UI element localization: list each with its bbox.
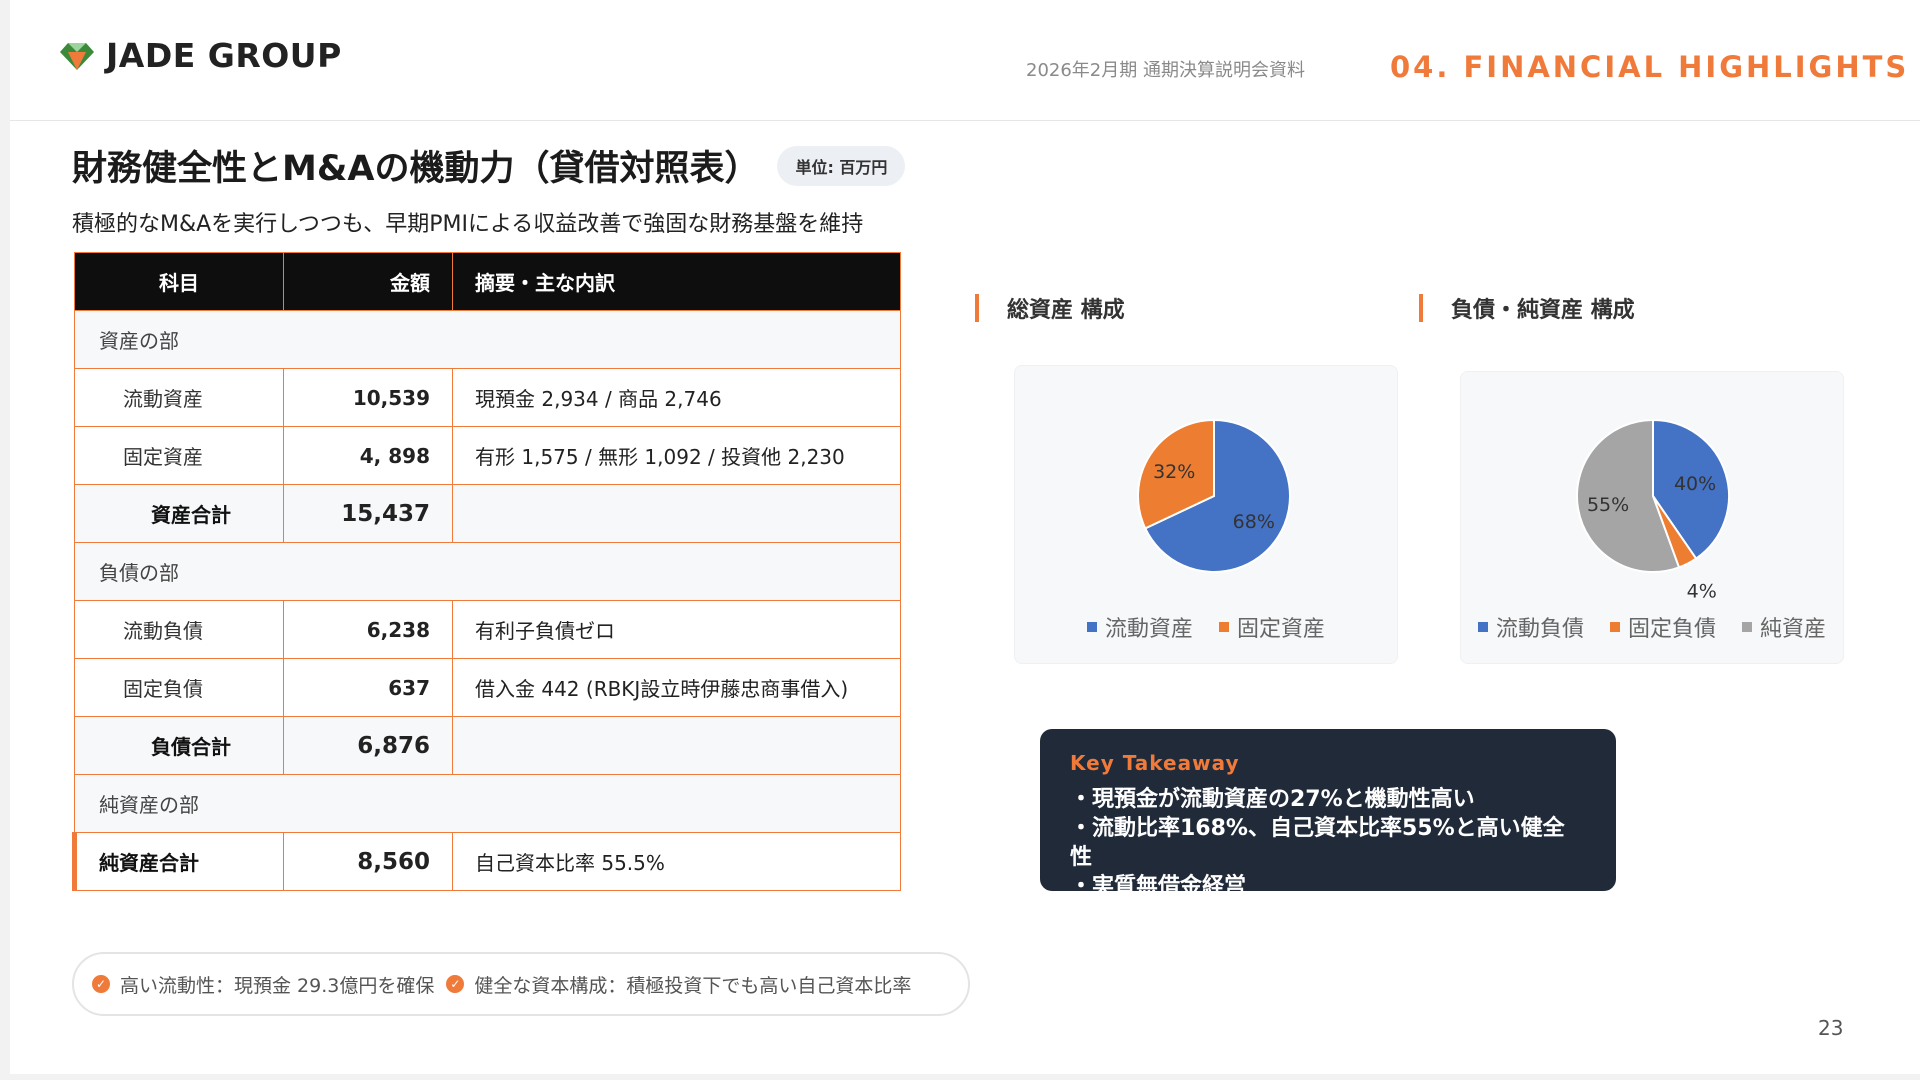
legend-label: 流動資産 <box>1104 617 1193 642</box>
pie-data-label: 68% <box>1233 511 1275 533</box>
row-detail: 有利子負債ゼロ <box>452 600 901 659</box>
page-subtitle: 積極的なM&Aを実行しつつも、早期PMIによる収益改善で強固な財務基盤を維持 <box>72 212 864 237</box>
row-detail: 有形 1,575 / 無形 1,092 / 投資他 2,230 <box>452 426 901 485</box>
legend-label: 純資産 <box>1760 617 1827 642</box>
legend-swatch <box>1609 622 1620 632</box>
row-detail: 借入金 442 (RBKJ設立時伊藤忠商事借入) <box>452 658 901 717</box>
legend-item: 固定資産 <box>1219 611 1325 643</box>
note-text: 高い流動性：現預金 29.3億円を確保 <box>120 974 435 997</box>
row-amount: 637 <box>283 658 453 717</box>
logo-text: JADE GROUP <box>106 36 342 75</box>
bottom-margin-strip <box>0 1074 1920 1080</box>
table-row: 固定負債 637 借入金 442 (RBKJ設立時伊藤忠商事借入) <box>74 658 901 717</box>
legend-swatch <box>1219 622 1229 632</box>
section-label: 負債の部 <box>74 542 901 601</box>
pie-chart-svg: 40% 4% 55% <box>1576 418 1730 603</box>
legend-swatch <box>1086 622 1097 632</box>
title-row: 財務健全性とM&Aの機動力（貸借対照表） 単位: 百万円 <box>72 140 906 191</box>
jade-gem-icon <box>60 42 94 70</box>
section-row-net-assets: 純資産の部 <box>74 774 901 833</box>
section-row-assets: 資産の部 <box>74 310 901 369</box>
table-row: 流動負債 6,238 有利子負債ゼロ <box>74 600 901 659</box>
pie-data-label: 40% <box>1674 473 1716 495</box>
chart-title: 負債・純資産 構成 <box>1451 298 1635 323</box>
chart-heading-assets: 総資産 構成 <box>975 292 1125 324</box>
highlight-notes: ✓ 高い流動性：現預金 29.3億円を確保 ✓ 健全な資本構成：積極投資下でも高… <box>72 952 970 1016</box>
section-label: 04. FINANCIAL HIGHLIGHTS <box>1390 50 1910 84</box>
row-amount: 6,876 <box>283 716 453 775</box>
chart-heading-liabilities: 負債・純資産 構成 <box>1419 292 1635 324</box>
table-row: 流動資産 10,539 現預金 2,934 / 商品 2,746 <box>74 368 901 427</box>
row-detail: 現預金 2,934 / 商品 2,746 <box>452 368 901 427</box>
legend-item: 純資産 <box>1742 611 1826 643</box>
row-name: 固定資産 <box>74 426 284 485</box>
total-row-liabilities: 負債合計 6,876 <box>74 716 901 775</box>
total-row-net-assets: 純資産合計 8,560 自己資本比率 55.5% <box>72 832 901 891</box>
pie-chart-assets: 68% 32% 流動資産 固定資産 <box>1014 365 1398 664</box>
check-icon: ✓ <box>446 975 465 993</box>
chart-legend: 流動資産 固定資産 <box>1015 611 1397 643</box>
page-number: 23 <box>1818 1016 1844 1040</box>
left-margin-strip <box>0 0 10 1080</box>
accent-bar <box>1419 294 1423 322</box>
row-detail: 自己資本比率 55.5% <box>452 832 901 891</box>
row-name: 負債合計 <box>74 716 284 775</box>
table-row: 固定資産 4, 898 有形 1,575 / 無形 1,092 / 投資他 2,… <box>74 426 901 485</box>
legend-label: 固定負債 <box>1627 617 1716 642</box>
pie-data-label: 4% <box>1687 581 1717 603</box>
note-item: ✓ 健全な資本構成：積極投資下でも高い自己資本比率 <box>446 971 911 998</box>
chart-legend: 流動負債 固定負債 純資産 <box>1461 611 1843 643</box>
total-row-assets: 資産合計 15,437 <box>74 484 901 543</box>
accent-bar <box>975 294 979 322</box>
legend-item: 流動負債 <box>1477 611 1584 643</box>
balance-sheet-table: 科目 金額 摘要・主な内訳 資産の部 流動資産 10,539 現預金 2,934… <box>72 252 901 891</box>
key-takeaway-box: Key Takeaway ・現預金が流動資産の27%と機動性高い ・流動比率16… <box>1040 729 1616 899</box>
row-amount: 8,560 <box>283 832 453 891</box>
slide-header: JADE GROUP 2026年2月期 通期決算説明会資料 04. FINANC… <box>10 0 1920 121</box>
legend-swatch <box>1742 622 1752 632</box>
pie-data-label: 32% <box>1153 461 1195 483</box>
note-text: 健全な資本構成：積極投資下でも高い自己資本比率 <box>474 974 912 997</box>
row-name: 流動負債 <box>74 600 284 659</box>
table-header-row: 科目 金額 摘要・主な内訳 <box>74 252 901 311</box>
legend-swatch <box>1477 622 1488 632</box>
row-detail-empty <box>452 484 901 543</box>
pie-chart-svg: 68% 32% <box>1137 418 1291 573</box>
row-amount: 6,238 <box>283 600 453 659</box>
row-name: 流動資産 <box>74 368 284 427</box>
row-detail-empty <box>452 716 901 775</box>
chart-title: 総資産 構成 <box>1007 298 1125 323</box>
header-detail: 摘要・主な内訳 <box>452 252 901 311</box>
takeaway-line: ・流動比率168%、自己資本比率55%と高い健全性 <box>1070 816 1565 870</box>
takeaway-line: ・実質無借金経営 <box>1070 874 1247 899</box>
row-name: 固定負債 <box>74 658 284 717</box>
row-name: 純資産合計 <box>72 832 284 891</box>
row-name: 資産合計 <box>74 484 284 543</box>
check-icon: ✓ <box>92 975 110 993</box>
unit-badge: 単位: 百万円 <box>777 145 906 186</box>
company-logo: JADE GROUP <box>58 36 342 75</box>
document-title: 2026年2月期 通期決算説明会資料 <box>1026 60 1305 81</box>
header-item: 科目 <box>74 252 284 311</box>
pie-chart-liabilities: 40% 4% 55% 流動負債 固定負債 純資産 <box>1460 371 1844 664</box>
header-amount: 金額 <box>283 252 453 311</box>
row-amount: 15,437 <box>283 484 453 543</box>
legend-label: 固定資産 <box>1237 617 1326 642</box>
pie-data-label: 55% <box>1587 494 1629 516</box>
legend-item: 固定負債 <box>1609 611 1716 643</box>
takeaway-line: ・現預金が流動資産の27%と機動性高い <box>1070 787 1475 812</box>
legend-label: 流動負債 <box>1495 617 1584 642</box>
row-amount: 4, 898 <box>283 426 453 485</box>
section-label: 資産の部 <box>74 310 901 369</box>
section-row-liabilities: 負債の部 <box>74 542 901 601</box>
legend-item: 流動資産 <box>1086 611 1193 643</box>
page-title: 財務健全性とM&Aの機動力（貸借対照表） <box>72 149 760 189</box>
note-item: ✓ 高い流動性：現預金 29.3億円を確保 <box>92 971 434 998</box>
section-label: 純資産の部 <box>74 774 901 833</box>
row-amount: 10,539 <box>283 368 453 427</box>
takeaway-title: Key Takeaway <box>1070 751 1240 775</box>
